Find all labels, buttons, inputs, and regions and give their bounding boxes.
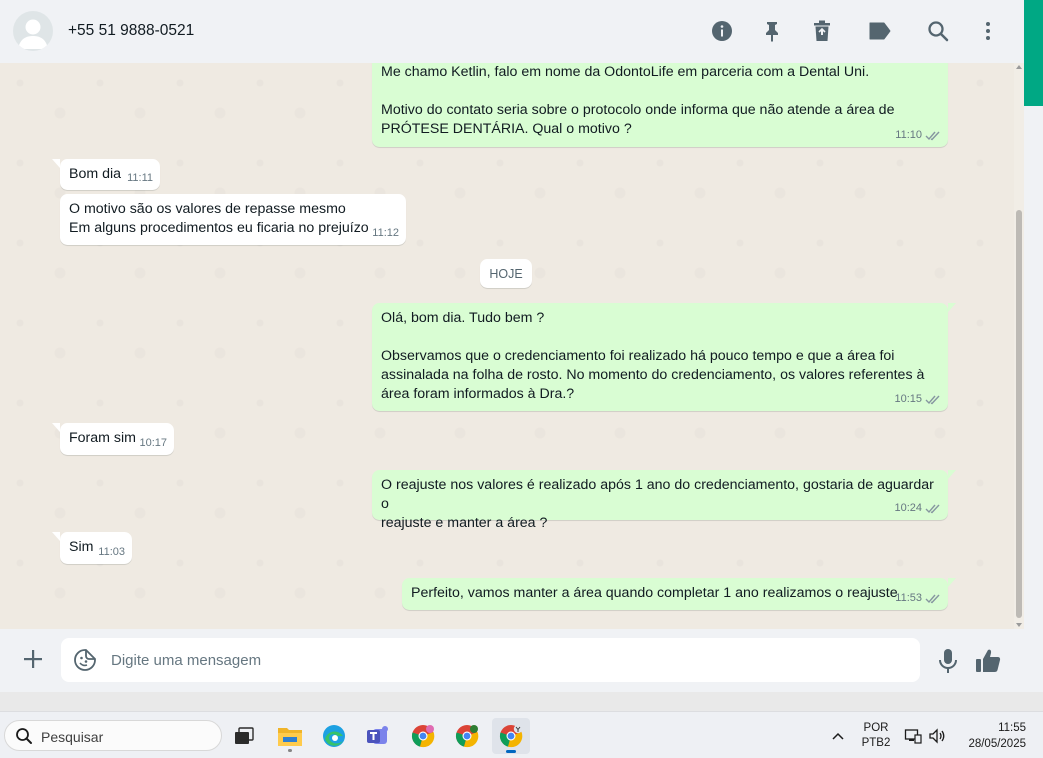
message-meta: 10:15: [894, 392, 941, 407]
message-input[interactable]: [111, 638, 901, 682]
message-time: 11:53: [895, 592, 922, 604]
message-text: O reajuste nos valores é realizado após …: [381, 477, 934, 531]
avatar[interactable]: [13, 11, 53, 51]
message-text: Perfeito, vamos manter a área quando com…: [411, 585, 898, 601]
info-icon[interactable]: [710, 19, 734, 43]
active-indicator: [506, 750, 516, 753]
menu-icon[interactable]: [976, 19, 1000, 43]
delete-icon[interactable]: [810, 19, 834, 43]
bubble-tail: [52, 159, 60, 168]
message-text: Sim: [69, 539, 94, 555]
message-time: 11:10: [895, 129, 922, 141]
default-avatar-icon: [18, 19, 48, 49]
message-time: 11:11: [127, 172, 153, 184]
message-text: Olá, bom dia. Tudo bem ? Observamos que …: [381, 310, 925, 402]
bubble-tail: [948, 470, 956, 479]
language-code: POR: [863, 722, 889, 734]
clock-time: 11:55: [998, 722, 1026, 734]
label-icon[interactable]: [868, 19, 892, 43]
system-clock[interactable]: 11:55 28/05/2025: [960, 720, 1026, 752]
keyboard-layout: PTB2: [861, 737, 891, 749]
input-language[interactable]: POR PTB2: [858, 721, 894, 751]
contact-name[interactable]: +55 51 9888-0521: [68, 22, 194, 40]
bubble-tail: [52, 532, 60, 541]
bubble-tail: [52, 423, 60, 432]
search-icon: [16, 728, 32, 744]
chrome-profile-2-icon[interactable]: [448, 718, 486, 754]
taskbar-search[interactable]: Pesquisar: [4, 720, 222, 751]
teams-icon[interactable]: [359, 718, 397, 754]
edge-browser-icon[interactable]: [315, 718, 353, 754]
message-bubble-outgoing[interactable]: O reajuste nos valores é realizado após …: [372, 470, 956, 531]
desktop-gap: [0, 692, 1043, 711]
chrome-profile-3-icon[interactable]: [492, 718, 530, 754]
message-time: 10:24: [894, 502, 922, 514]
message-text: Bom dia: [69, 166, 122, 182]
sticker-icon[interactable]: [73, 648, 97, 672]
running-indicator: [288, 749, 292, 752]
pin-icon[interactable]: [760, 19, 784, 43]
message-meta: 11:03: [98, 545, 125, 560]
message-time: 11:03: [98, 546, 125, 558]
message-list[interactable]: Me chamo Ketlin, falo em nome da OdontoL…: [0, 63, 1014, 629]
whatsapp-window: +55 51 9888-0521 Me chamo Ketlin, falo e…: [0, 0, 1024, 692]
scroll-up-icon[interactable]: [1016, 65, 1022, 69]
file-explorer-icon[interactable]: [271, 718, 309, 754]
message-bubble-incoming[interactable]: Sim 11:03: [52, 532, 132, 564]
message-meta: 11:10: [895, 128, 941, 143]
bubble-tail: [948, 578, 956, 587]
message-text: Foram sim: [69, 430, 136, 446]
search-icon[interactable]: [926, 19, 950, 43]
message-composer: [0, 629, 1024, 692]
message-time: 10:15: [894, 393, 922, 405]
message-text: O motivo são os valores de repasse mesmo…: [69, 201, 369, 236]
message-bubble-outgoing[interactable]: Perfeito, vamos manter a área quando com…: [402, 578, 956, 610]
scroll-down-icon[interactable]: [1016, 623, 1022, 627]
message-bubble-incoming[interactable]: O motivo são os valores de repasse mesmo…: [60, 194, 406, 245]
scrollbar-thumb[interactable]: [1016, 210, 1022, 618]
clock-date: 28/05/2025: [968, 738, 1026, 750]
message-time: 10:17: [139, 437, 167, 449]
message-text: Me chamo Ketlin, falo em nome da OdontoL…: [381, 64, 895, 137]
date-separator: HOJE: [480, 259, 532, 288]
thumbs-up-icon[interactable]: [974, 647, 1002, 675]
network-icon[interactable]: [904, 727, 922, 745]
taskbar-search-label: Pesquisar: [41, 729, 104, 745]
windows-taskbar: Pesquisar POR PTB2 11:55 28/05/2025: [0, 711, 1043, 758]
message-bubble-outgoing[interactable]: Olá, bom dia. Tudo bem ? Observamos que …: [372, 303, 956, 411]
message-field[interactable]: [61, 638, 920, 682]
attach-plus-icon[interactable]: [20, 646, 46, 672]
chrome-profile-1-icon[interactable]: [404, 718, 442, 754]
message-meta: 11:11: [127, 171, 153, 186]
message-meta: 10:24: [894, 501, 941, 516]
microphone-icon[interactable]: [936, 648, 960, 674]
task-view-icon[interactable]: [225, 718, 263, 754]
chat-header: +55 51 9888-0521: [0, 0, 1024, 63]
chevron-up-icon[interactable]: [830, 728, 846, 744]
side-panel-edge: [1024, 0, 1043, 692]
message-bubble-incoming[interactable]: Bom dia 11:11: [52, 159, 160, 190]
double-check-icon: [925, 594, 940, 604]
chat-scrollbar[interactable]: [1014, 63, 1024, 629]
double-check-icon: [925, 395, 940, 405]
message-bubble-outgoing[interactable]: Me chamo Ketlin, falo em nome da OdontoL…: [372, 63, 948, 147]
message-meta: 11:53: [895, 591, 941, 606]
message-time: 11:12: [372, 227, 399, 239]
accent-bar: [1024, 0, 1043, 106]
volume-icon[interactable]: [928, 727, 946, 745]
message-bubble-incoming[interactable]: Foram sim 10:17: [52, 423, 174, 455]
message-meta: 11:12: [372, 226, 399, 241]
double-check-icon: [925, 131, 940, 141]
double-check-icon: [925, 504, 940, 514]
bubble-tail: [948, 303, 956, 312]
message-meta: 10:17: [139, 436, 167, 451]
